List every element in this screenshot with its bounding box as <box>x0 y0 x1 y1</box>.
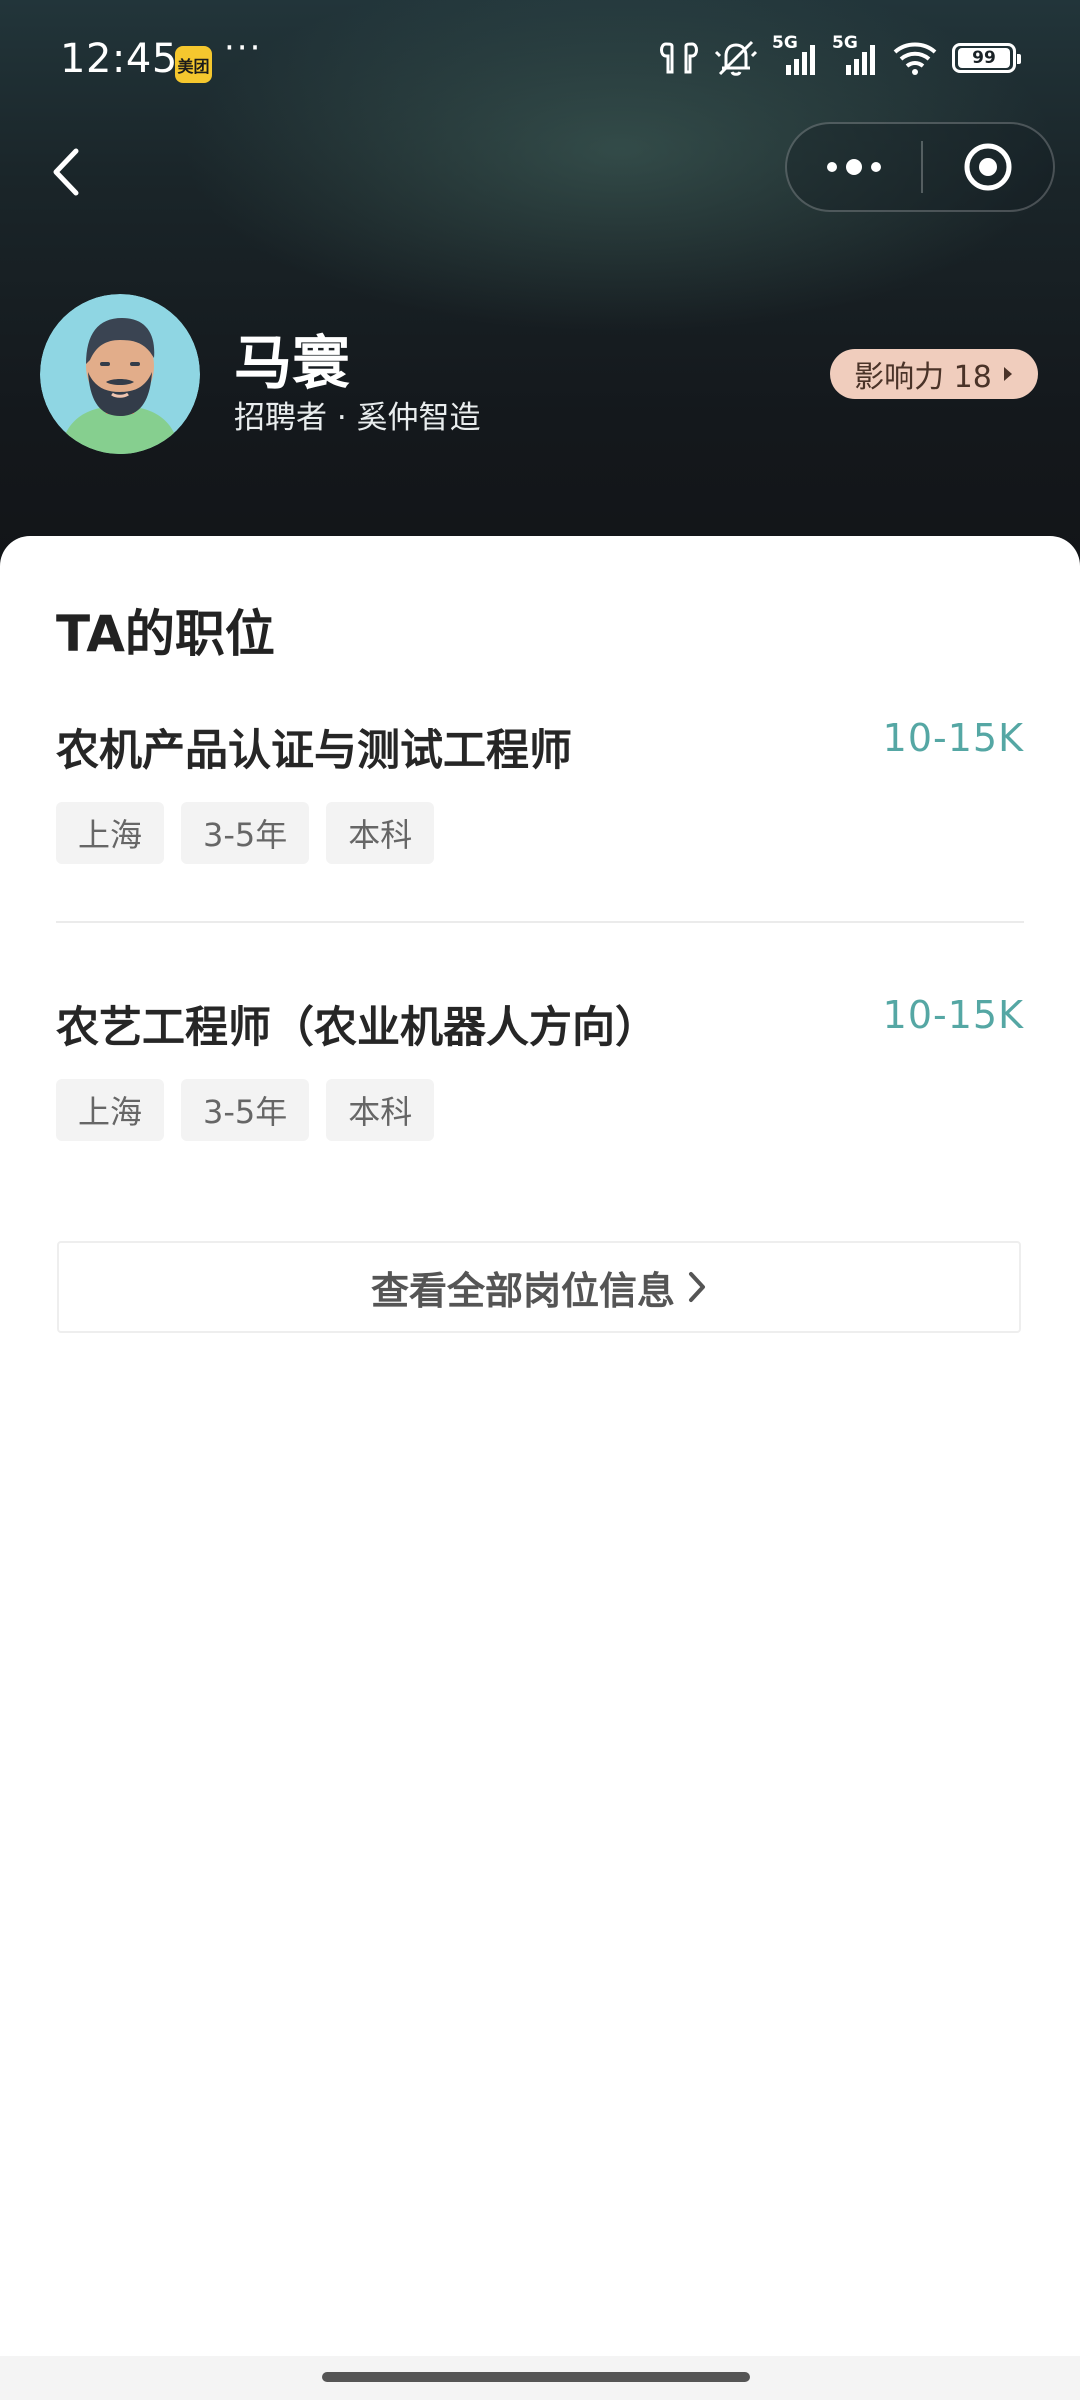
more-dots-icon <box>827 159 881 175</box>
job-item[interactable]: 农艺工程师（农业机器人方向） 10-15K 上海 3-5年 本科 <box>56 993 1024 1143</box>
tag-education: 本科 <box>326 802 435 864</box>
job-salary: 10-15K <box>882 716 1024 760</box>
avatar-illustration <box>40 294 200 454</box>
battery-icon: 99 <box>952 43 1021 73</box>
home-indicator[interactable] <box>322 2372 750 2382</box>
job-title: 农艺工程师（农业机器人方向） <box>56 1003 658 1053</box>
earbuds-icon <box>660 42 698 74</box>
meituan-app-icon: 美团 <box>175 46 212 83</box>
more-options-button[interactable] <box>787 124 921 210</box>
view-all-positions-button[interactable]: 查看全部岗位信息 <box>57 1241 1021 1333</box>
header-background <box>0 0 1080 600</box>
chevron-right-icon <box>689 1272 705 1302</box>
mute-bell-icon <box>714 40 758 76</box>
mini-program-capsule <box>785 122 1055 212</box>
battery-level: 99 <box>958 48 1010 68</box>
view-all-label: 查看全部岗位信息 <box>370 1268 675 1313</box>
network-type-label: 5G <box>832 33 858 53</box>
cellular-signal-2: 5G <box>832 33 878 75</box>
job-tags: 上海 3-5年 本科 <box>56 802 435 864</box>
job-salary: 10-15K <box>882 993 1024 1037</box>
tag-education: 本科 <box>326 1079 435 1141</box>
job-title: 农机产品认证与测试工程师 <box>56 726 572 776</box>
positions-card: TA的职位 农机产品认证与测试工程师 10-15K 上海 3-5年 本科 农艺工… <box>0 536 1080 2400</box>
section-title: TA的职位 <box>56 605 275 663</box>
avatar[interactable] <box>40 294 200 454</box>
status-time: 12:45 <box>60 36 178 82</box>
tag-location: 上海 <box>56 802 165 864</box>
influence-badge[interactable]: 影响力 18 <box>830 349 1038 399</box>
tag-experience: 3-5年 <box>181 1079 310 1141</box>
job-divider <box>56 921 1024 923</box>
job-tags: 上海 3-5年 本科 <box>56 1079 435 1141</box>
recruiter-subtitle: 招聘者 · 奚仲智造 <box>234 400 481 436</box>
tag-experience: 3-5年 <box>181 802 310 864</box>
chevron-left-icon <box>53 148 79 196</box>
status-icons: 5G 5G 99 <box>658 33 1021 78</box>
tag-location: 上海 <box>56 1079 165 1141</box>
influence-label: 影响力 18 <box>854 360 992 395</box>
recruiter-name: 马寰 <box>234 329 351 397</box>
cellular-signal-1: 5G <box>772 33 818 75</box>
back-button[interactable] <box>40 140 92 204</box>
target-circle-icon <box>964 143 1012 191</box>
network-type-label: 5G <box>772 33 798 53</box>
wifi-icon <box>893 42 937 75</box>
close-mini-program-button[interactable] <box>923 124 1053 210</box>
caret-right-icon <box>1003 367 1012 381</box>
job-item[interactable]: 农机产品认证与测试工程师 10-15K 上海 3-5年 本科 <box>56 716 1024 866</box>
more-notifications-indicator: ··· <box>224 28 263 68</box>
